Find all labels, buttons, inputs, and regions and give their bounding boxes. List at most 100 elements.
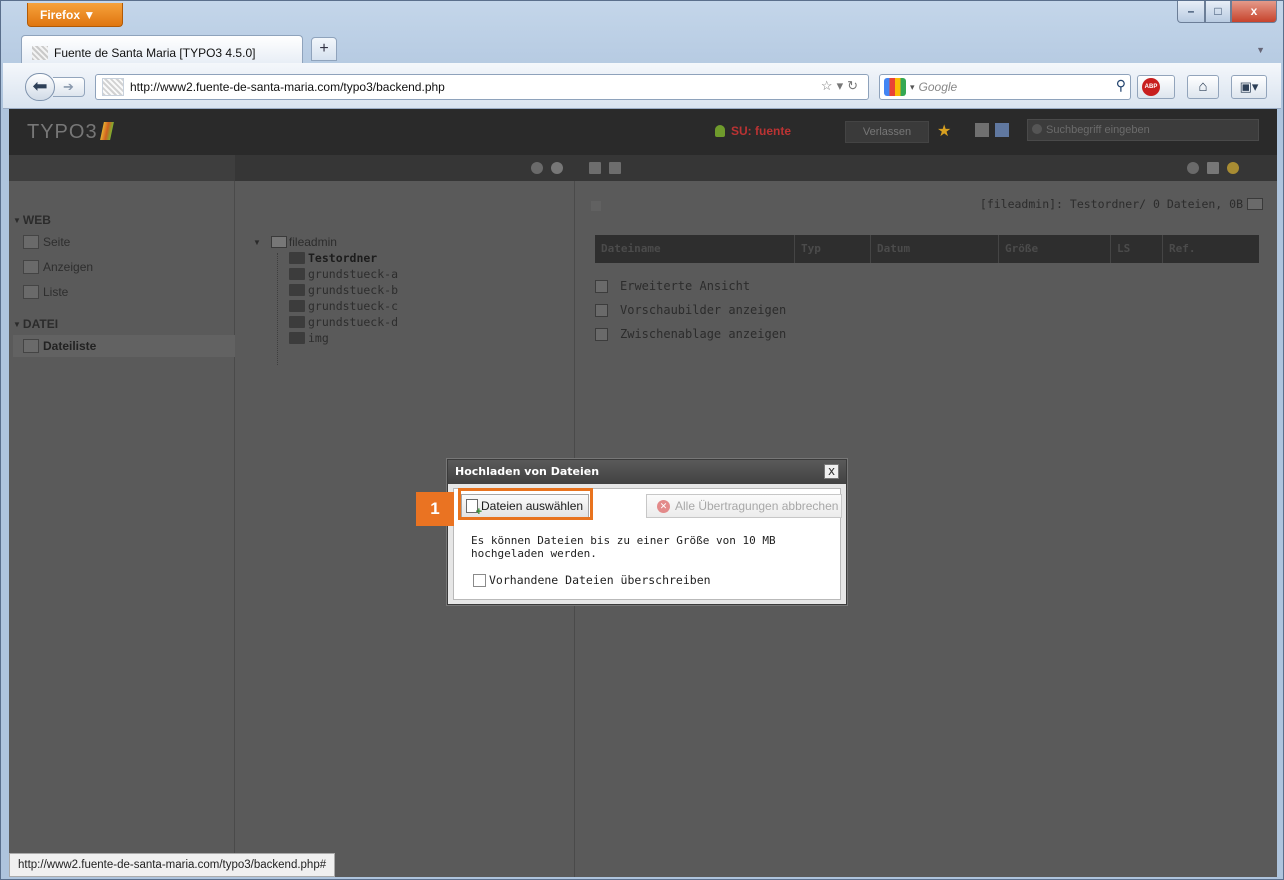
- browser-tab[interactable]: Fuente de Santa Maria [TYPO3 4.5.0]: [21, 35, 303, 63]
- switch-user-label[interactable]: SU: fuente: [715, 124, 791, 138]
- logout-button[interactable]: Verlassen: [845, 121, 929, 143]
- maximize-button[interactable]: □: [1205, 1, 1231, 23]
- page-favicon-icon: [32, 45, 48, 60]
- dialog-title-bar: Hochladen von Dateien x: [448, 460, 846, 484]
- collapse-arrow-icon[interactable]: ▼: [253, 238, 261, 247]
- refresh-icon[interactable]: [531, 162, 543, 174]
- back-button[interactable]: ⬅: [25, 73, 55, 101]
- option-thumbnails[interactable]: Vorschaubilder anzeigen: [595, 303, 786, 317]
- column-typ[interactable]: Typ: [795, 235, 871, 263]
- site-identity-icon[interactable]: [102, 78, 124, 96]
- cache-icon[interactable]: [995, 123, 1009, 137]
- folder-icon: [289, 252, 305, 264]
- url-text[interactable]: http://www2.fuente-de-santa-maria.com/ty…: [130, 80, 445, 94]
- upload-icon[interactable]: [609, 162, 621, 174]
- path-info: [fileadmin]: Testordner/ 0 Dateien, 0B: [980, 197, 1263, 211]
- shortcut-icon[interactable]: [1207, 162, 1219, 174]
- checkbox[interactable]: [595, 303, 608, 317]
- forward-button[interactable]: ➔: [53, 77, 85, 97]
- checkbox[interactable]: [595, 279, 608, 293]
- folder-icon: [289, 284, 305, 296]
- new-file-icon[interactable]: [589, 162, 601, 174]
- dialog-title: Hochladen von Dateien: [455, 465, 600, 478]
- column-datum[interactable]: Datum: [871, 235, 999, 263]
- abort-all-uploads-button[interactable]: ✕ Alle Übertragungen abbrechen: [646, 494, 842, 518]
- search-placeholder: Google: [918, 80, 958, 94]
- module-item-anzeigen[interactable]: Anzeigen: [23, 260, 93, 274]
- path-icon: [591, 201, 601, 211]
- window-controls: – □ x: [1177, 1, 1277, 23]
- folder-icon: [289, 332, 305, 344]
- checkbox[interactable]: [595, 327, 608, 341]
- search-icon[interactable]: ⚲: [1116, 77, 1126, 94]
- bookmark-star-icon[interactable]: ★: [937, 121, 951, 141]
- engine-dropdown-icon[interactable]: ▾: [910, 82, 915, 93]
- module-item-liste[interactable]: Liste: [23, 285, 68, 299]
- option-extended-view[interactable]: Erweiterte Ansicht: [595, 279, 750, 293]
- typo3-logo-icon: [99, 122, 114, 140]
- column-ls[interactable]: LS: [1111, 235, 1163, 263]
- workspace-icon[interactable]: [975, 123, 989, 137]
- search-bar[interactable]: ▾ Google ⚲: [879, 74, 1131, 100]
- filter-icon[interactable]: [551, 162, 563, 174]
- folder-icon: [289, 316, 305, 328]
- status-bar: http://www2.fuente-de-santa-maria.com/ty…: [9, 853, 336, 877]
- tree-node[interactable]: grundstueck-c: [289, 299, 398, 313]
- folder-icon: [1247, 198, 1263, 210]
- overwrite-files-option[interactable]: Vorhandene Dateien überschreiben: [473, 573, 711, 587]
- typo3-topbar: TYPO3 SU: fuente Verlassen ★ Suchbegriff…: [9, 109, 1277, 155]
- tree-node[interactable]: grundstueck-b: [289, 283, 398, 297]
- firefox-menu-button[interactable]: Firefox ▼: [27, 3, 123, 27]
- tree-node[interactable]: grundstueck-a: [289, 267, 398, 281]
- doc-header-left: [9, 155, 235, 181]
- tree-node[interactable]: Testordner: [289, 251, 377, 265]
- page-icon: [23, 235, 39, 249]
- google-icon[interactable]: [884, 78, 906, 96]
- module-group-web[interactable]: WEB: [13, 213, 51, 227]
- column-dateiname[interactable]: Dateiname: [595, 235, 795, 263]
- adblock-icon: ABP: [1142, 78, 1160, 96]
- tree-root-fileadmin[interactable]: ▼ fileadmin: [253, 235, 337, 249]
- option-clipboard[interactable]: Zwischenablage anzeigen: [595, 327, 786, 341]
- storage-icon: [270, 236, 287, 248]
- reload-icon[interactable]: [1187, 162, 1199, 174]
- browser-window: Firefox ▼ – □ x Fuente de Santa Maria [T…: [0, 0, 1284, 880]
- bookmark-star-reload-icons[interactable]: ☆▾↻: [821, 78, 862, 94]
- adblock-button[interactable]: ABP: [1137, 75, 1175, 99]
- eye-icon: [23, 260, 39, 274]
- module-group-datei[interactable]: DATEI: [13, 317, 58, 331]
- new-tab-button[interactable]: +: [311, 37, 337, 61]
- typo3-search-input[interactable]: Suchbegriff eingeben: [1027, 119, 1259, 141]
- module-item-dateiliste[interactable]: Dateiliste: [23, 339, 96, 353]
- cancel-icon: ✕: [657, 499, 670, 513]
- dialog-close-icon[interactable]: x: [824, 464, 839, 479]
- bookmarks-button[interactable]: ▣▾: [1231, 75, 1267, 99]
- folder-list-icon: [23, 339, 39, 353]
- file-list-header: Dateiname Typ Datum Größe LS Ref.: [595, 235, 1259, 263]
- user-icon: [715, 125, 725, 137]
- column-ref[interactable]: Ref.: [1163, 235, 1259, 263]
- tree-node[interactable]: img: [289, 331, 329, 345]
- address-bar[interactable]: http://www2.fuente-de-santa-maria.com/ty…: [95, 74, 869, 100]
- close-window-button[interactable]: x: [1231, 1, 1277, 23]
- typo3-logo[interactable]: TYPO3: [27, 121, 114, 144]
- tab-list-arrow-icon[interactable]: ▼: [1256, 45, 1265, 55]
- column-groesse[interactable]: Größe: [999, 235, 1111, 263]
- overwrite-checkbox[interactable]: [473, 573, 486, 587]
- upload-dialog: Hochladen von Dateien x Dateien auswähle…: [447, 459, 847, 605]
- folder-icon: [289, 268, 305, 280]
- navigation-toolbar: ➔ ⬅ http://www2.fuente-de-santa-maria.co…: [3, 63, 1281, 109]
- step-number-badge: 1: [416, 492, 454, 526]
- module-item-seite[interactable]: Seite: [23, 235, 70, 249]
- module-menu: WEB Seite Anzeigen Liste DATEI Dateilist…: [9, 181, 235, 877]
- favorite-icon[interactable]: [1227, 162, 1239, 174]
- folder-icon: [289, 300, 305, 312]
- upload-size-info: Es können Dateien bis zu einer Größe von…: [471, 534, 776, 560]
- back-forward-group: ➔ ⬅: [25, 73, 91, 101]
- home-button[interactable]: ⌂: [1187, 75, 1219, 99]
- minimize-button[interactable]: –: [1177, 1, 1205, 23]
- tree-connector: [277, 253, 278, 365]
- tree-node[interactable]: grundstueck-d: [289, 315, 398, 329]
- doc-header: [9, 155, 1277, 181]
- list-icon: [23, 285, 39, 299]
